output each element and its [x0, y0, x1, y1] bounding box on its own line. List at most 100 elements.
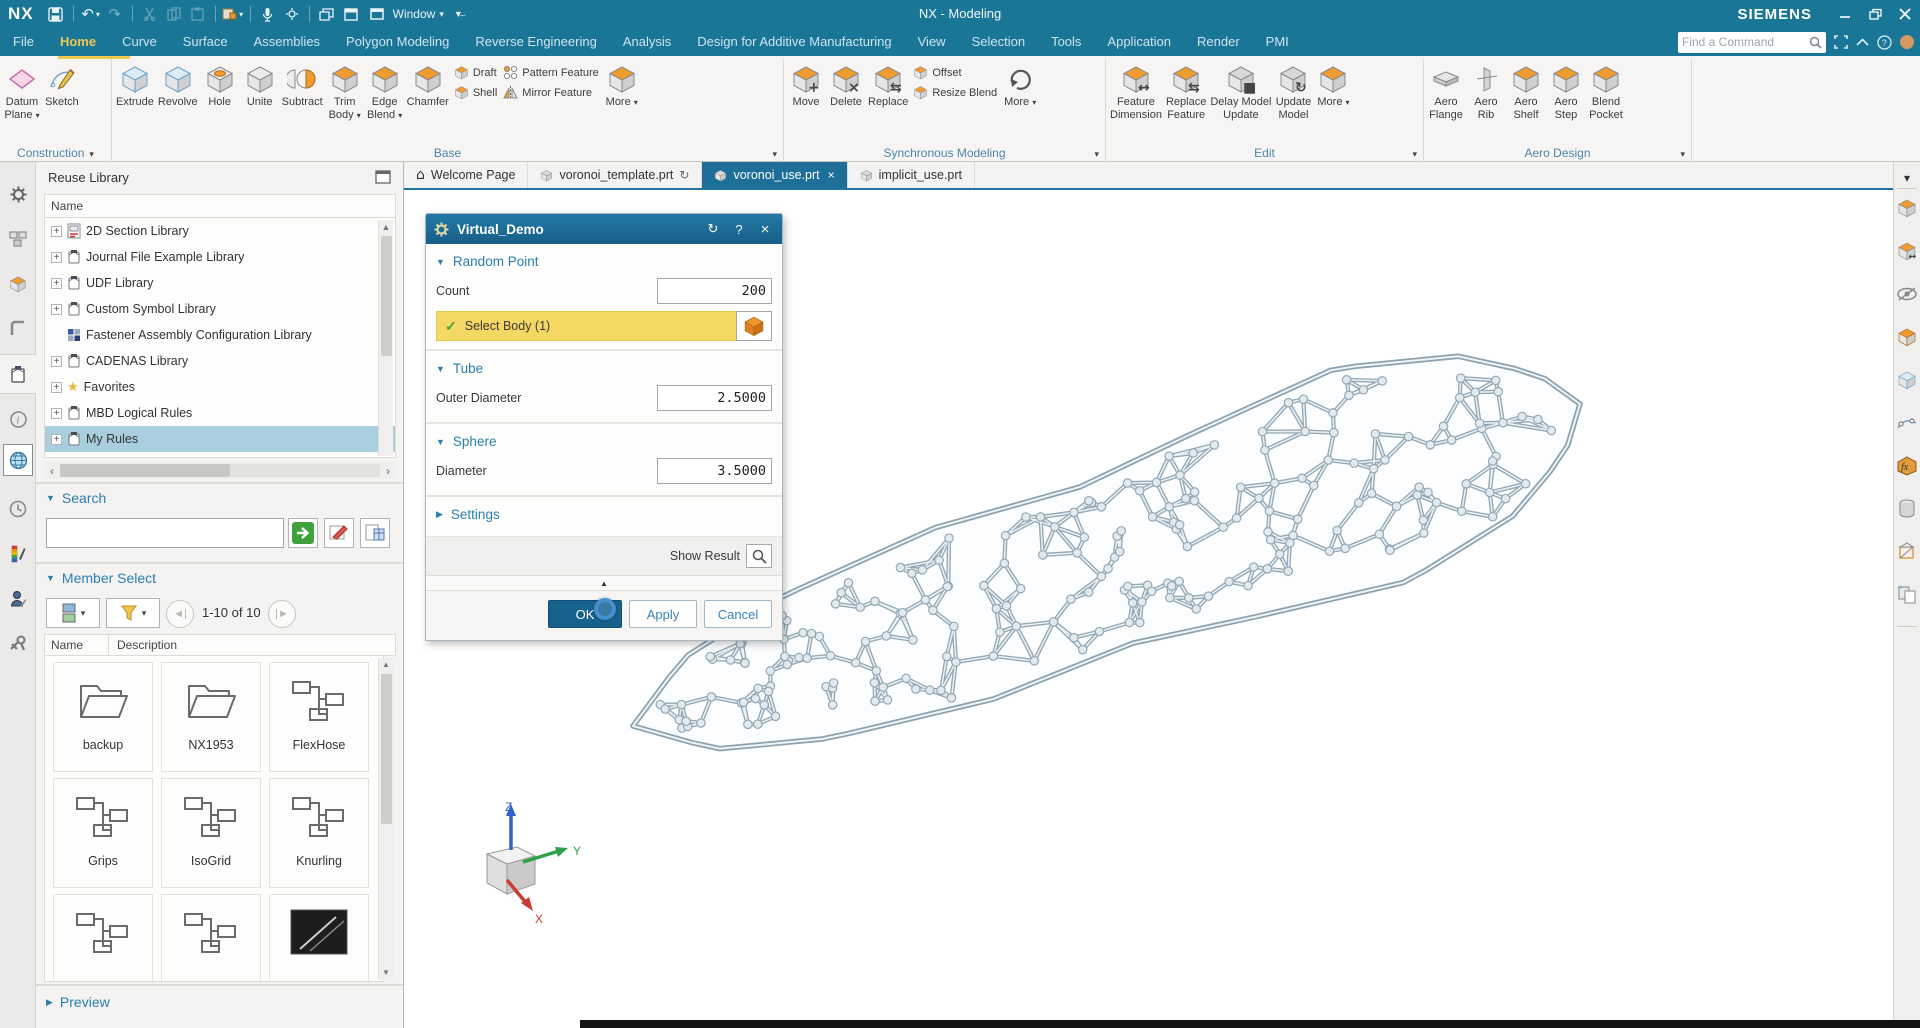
tree-item[interactable]: +My Rules: [45, 426, 395, 452]
cut-icon[interactable]: [139, 3, 161, 25]
member-tile[interactable]: [161, 894, 261, 982]
body-select-button[interactable]: [736, 311, 772, 341]
menu-polygon-modeling[interactable]: Polygon Modeling: [333, 28, 462, 56]
assembly-navigator-icon[interactable]: [0, 219, 36, 259]
menu-surface[interactable]: Surface: [170, 28, 241, 56]
tree-item[interactable]: +Custom Symbol Library: [45, 296, 395, 322]
minimize-ribbon-icon[interactable]: [1856, 38, 1869, 46]
member-tile-nx1953[interactable]: NX1953: [161, 662, 261, 772]
window-menu-button[interactable]: Window ▾ ▼̶: [365, 3, 463, 25]
touch-icon[interactable]: [281, 3, 303, 25]
expand-icon[interactable]: +: [51, 278, 62, 289]
select-body-field[interactable]: ✓ Select Body (1): [436, 311, 736, 341]
tree-horizontal-scrollbar[interactable]: ‹ ›: [44, 462, 396, 479]
menu-reverse-engineering[interactable]: Reverse Engineering: [462, 28, 609, 56]
command-icon[interactable]: ▾: [222, 3, 244, 25]
menu-selection[interactable]: Selection: [959, 28, 1038, 56]
edit-more-button[interactable]: More ▾: [1313, 61, 1353, 112]
fullscreen-icon[interactable]: [1834, 35, 1848, 49]
tree-item[interactable]: Fastener Assembly Configuration Library: [45, 322, 395, 348]
tree-item[interactable]: +★Favorites: [45, 374, 395, 400]
replace-feature-button[interactable]: ⇆ReplaceFeature: [1164, 61, 1208, 125]
minimize-button[interactable]: [1830, 0, 1860, 28]
expand-icon[interactable]: +: [51, 304, 62, 315]
dialog-header[interactable]: Virtual_Demo ↻ ? ×: [426, 214, 782, 244]
member-select-section-header[interactable]: ▼ Member Select: [46, 570, 156, 586]
customize-icon[interactable]: ▼̶: [454, 9, 463, 19]
orientation-triad[interactable]: Z Y X: [455, 798, 605, 943]
tree-item[interactable]: +2D Section Library: [45, 218, 395, 244]
paste-icon[interactable]: [187, 3, 209, 25]
member-tile-flexhose[interactable]: FlexHose: [269, 662, 369, 772]
tab-implicit-use-prt[interactable]: implicit_use.prt: [848, 162, 975, 188]
trim-body-button[interactable]: TrimBody ▾: [325, 61, 365, 125]
tree-item[interactable]: +Journal File Example Library: [45, 244, 395, 270]
member-tile[interactable]: [269, 894, 369, 982]
expressions-icon[interactable]: fx: [1896, 454, 1918, 478]
group-dialog-launcher-icon[interactable]: ▾: [772, 150, 777, 160]
extrude-button[interactable]: Extrude: [114, 61, 156, 112]
close-tab-icon[interactable]: ×: [828, 168, 835, 182]
save-icon[interactable]: [45, 3, 67, 25]
sync-more-button[interactable]: More ▾: [1000, 61, 1040, 112]
help-icon[interactable]: ?: [730, 222, 748, 237]
member-tile-grips[interactable]: Grips: [53, 778, 153, 888]
close-button[interactable]: [1890, 0, 1920, 28]
search-options-button[interactable]: [360, 518, 390, 548]
tree-item[interactable]: +MBD Logical Rules: [45, 400, 395, 426]
preview-section-header[interactable]: ▶ Preview: [46, 994, 110, 1010]
member-tile-knurling[interactable]: Knurling: [269, 778, 369, 888]
count-input[interactable]: [657, 278, 772, 304]
menu-tools[interactable]: Tools: [1038, 28, 1094, 56]
member-columns-header[interactable]: Name Description: [44, 634, 396, 656]
delay-model-update-button[interactable]: ■Delay ModelUpdate: [1208, 61, 1273, 125]
move-button[interactable]: +Move: [786, 61, 826, 112]
settings-icon[interactable]: [0, 174, 36, 214]
linked-body-icon[interactable]: [1896, 325, 1918, 349]
undock-icon[interactable]: [375, 170, 391, 185]
find-command-box[interactable]: [1678, 32, 1826, 53]
find-command-input[interactable]: [1682, 35, 1805, 49]
sketch-button[interactable]: Sketch: [42, 61, 82, 112]
menu-file[interactable]: File: [0, 28, 47, 56]
group-dialog-launcher-icon[interactable]: ▾: [1094, 150, 1099, 160]
menu-design-for-additive-manufacturing[interactable]: Design for Additive Manufacturing: [684, 28, 904, 56]
search-go-button[interactable]: [288, 518, 318, 548]
tree-vertical-scrollbar[interactable]: ▲: [378, 220, 393, 456]
expand-icon[interactable]: +: [51, 226, 62, 237]
group-dialog-launcher-icon[interactable]: ▾: [89, 150, 94, 160]
system-tools-icon[interactable]: [0, 624, 36, 664]
revolve-button[interactable]: Revolve: [156, 61, 200, 112]
replace-button[interactable]: ⇆Replace: [866, 61, 910, 112]
copy-icon[interactable]: [163, 3, 185, 25]
previous-page-button[interactable]: ◄|: [166, 600, 194, 628]
history-icon[interactable]: [0, 489, 36, 529]
tree-item[interactable]: +CADENAS Library: [45, 348, 395, 374]
menu-home[interactable]: Home: [47, 28, 109, 56]
window-icon[interactable]: [340, 3, 362, 25]
undo-icon[interactable]: ↶▾: [80, 3, 102, 25]
update-model-button[interactable]: ↻UpdateModel: [1273, 61, 1313, 125]
pattern-feature-button[interactable]: Pattern Feature: [503, 65, 598, 80]
tree-item[interactable]: +UDF Library: [45, 270, 395, 296]
next-page-button[interactable]: |►: [268, 600, 296, 628]
delete-button[interactable]: ×Delete: [826, 61, 866, 112]
diameter-input[interactable]: [657, 458, 772, 484]
curve-points-icon[interactable]: [1896, 411, 1918, 435]
resize-blend-button[interactable]: Resize Blend: [913, 85, 997, 100]
menu-assemblies[interactable]: Assemblies: [241, 28, 333, 56]
aero-rib-button[interactable]: AeroRib: [1466, 61, 1506, 125]
cancel-button[interactable]: Cancel: [704, 600, 772, 628]
filter-dropdown[interactable]: ▾: [106, 598, 160, 628]
member-tile-backup[interactable]: backup: [53, 662, 153, 772]
toolbar-options-icon[interactable]: ▾: [1896, 166, 1918, 190]
scroll-left-icon[interactable]: ‹: [44, 464, 60, 478]
restore-button[interactable]: [1860, 0, 1890, 28]
avatar[interactable]: [1900, 35, 1914, 49]
draft-button[interactable]: Draft: [454, 65, 497, 80]
menu-application[interactable]: Application: [1094, 28, 1184, 56]
base-more-button[interactable]: More ▾: [602, 61, 642, 112]
mirror-feature-button[interactable]: Mirror Feature: [503, 85, 598, 100]
edit-feature-icon[interactable]: [1896, 196, 1918, 220]
mic-icon[interactable]: [257, 3, 279, 25]
